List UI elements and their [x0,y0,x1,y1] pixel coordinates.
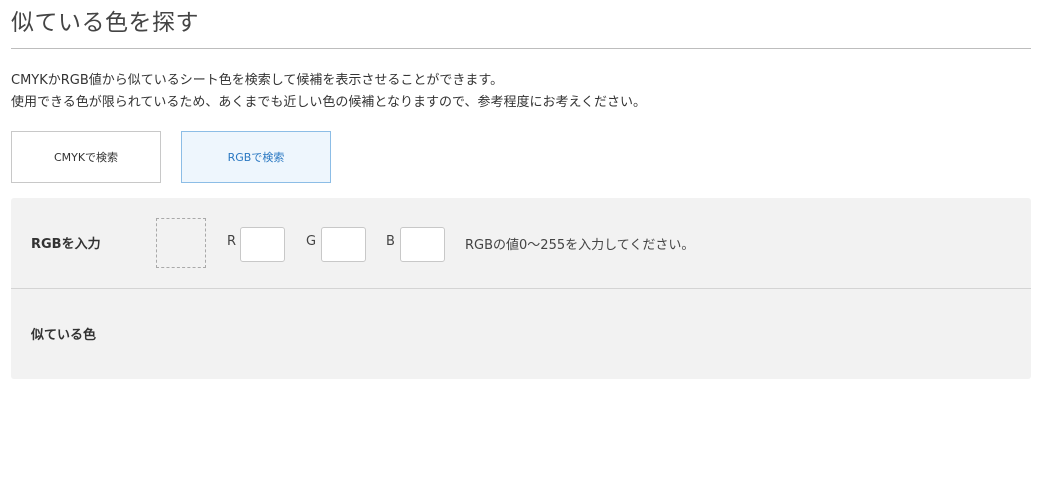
rgb-input-hint: RGBの値0〜255を入力してください。 [465,238,695,253]
color-preview-swatch [156,218,206,268]
b-label: B [386,234,395,249]
tab-rgb-search[interactable]: RGBで検索 [181,131,331,183]
tab-cmyk-search[interactable]: CMYKで検索 [11,131,161,183]
b-input[interactable] [400,227,445,262]
description: CMYKかRGB値から似ているシート色を検索して候補を表示させることができます。… [11,70,646,114]
g-input[interactable] [321,227,366,262]
page: 似ている色を探す CMYKかRGB値から似ているシート色を検索して候補を表示させ… [0,0,1048,486]
rgb-input-label: RGBを入力 [31,237,101,252]
similar-colors-label: 似ている色 [31,328,97,343]
r-input[interactable] [240,227,285,262]
rgb-search-panel: RGBを入力 R G B RGBの値0〜255を入力してください。 似ている色 [11,198,1031,379]
title-divider [11,48,1031,49]
panel-divider [11,288,1031,289]
description-line-1: CMYKかRGB値から似ているシート色を検索して候補を表示させることができます。 [11,73,504,88]
g-label: G [306,234,317,249]
description-line-2: 使用できる色が限られているため、あくまでも近しい色の候補となりますので、参考程度… [11,95,647,110]
r-label: R [227,234,237,249]
page-title: 似ている色を探す [11,10,199,36]
